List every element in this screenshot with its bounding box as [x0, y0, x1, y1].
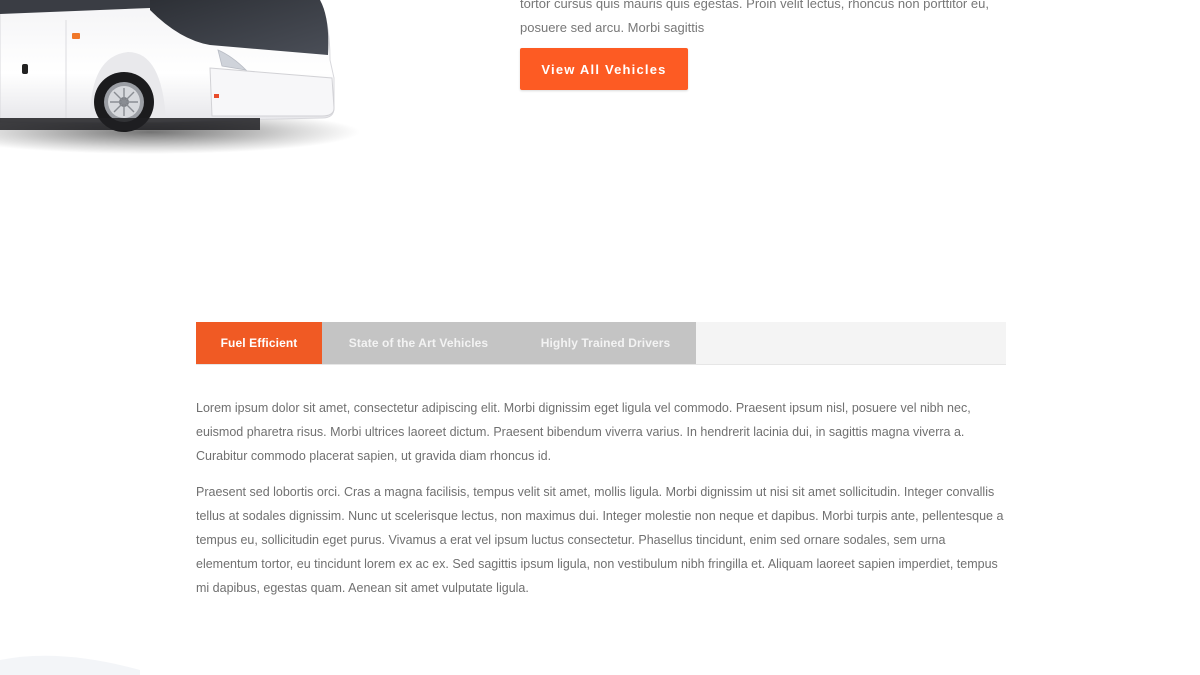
tab-state-of-the-art-vehicles[interactable]: State of the Art Vehicles	[322, 322, 515, 364]
view-all-vehicles-button[interactable]: View All Vehicles	[520, 48, 688, 90]
tab-fuel-efficient[interactable]: Fuel Efficient	[196, 322, 322, 364]
tab-paragraph-1: Lorem ipsum dolor sit amet, consectetur …	[196, 401, 971, 463]
page: tortor cursus quis mauris quis egestas. …	[0, 0, 1200, 675]
hero-description: tortor cursus quis mauris quis egestas. …	[520, 0, 1020, 40]
hero-text-line-2: posuere sed arcu. Morbi sagittis	[520, 20, 705, 35]
tab-panel: Lorem ipsum dolor sit amet, consectetur …	[196, 396, 1008, 612]
tab-bar: Fuel Efficient State of the Art Vehicles…	[196, 322, 1006, 365]
tab-paragraph-2: Praesent sed lobortis orci. Cras a magna…	[196, 485, 1004, 595]
tab-highly-trained-drivers[interactable]: Highly Trained Drivers	[515, 322, 696, 364]
hero-text-line-1: tortor cursus quis mauris quis egestas. …	[520, 0, 989, 11]
decorative-swoosh	[0, 655, 140, 675]
bus-image	[0, 0, 360, 180]
